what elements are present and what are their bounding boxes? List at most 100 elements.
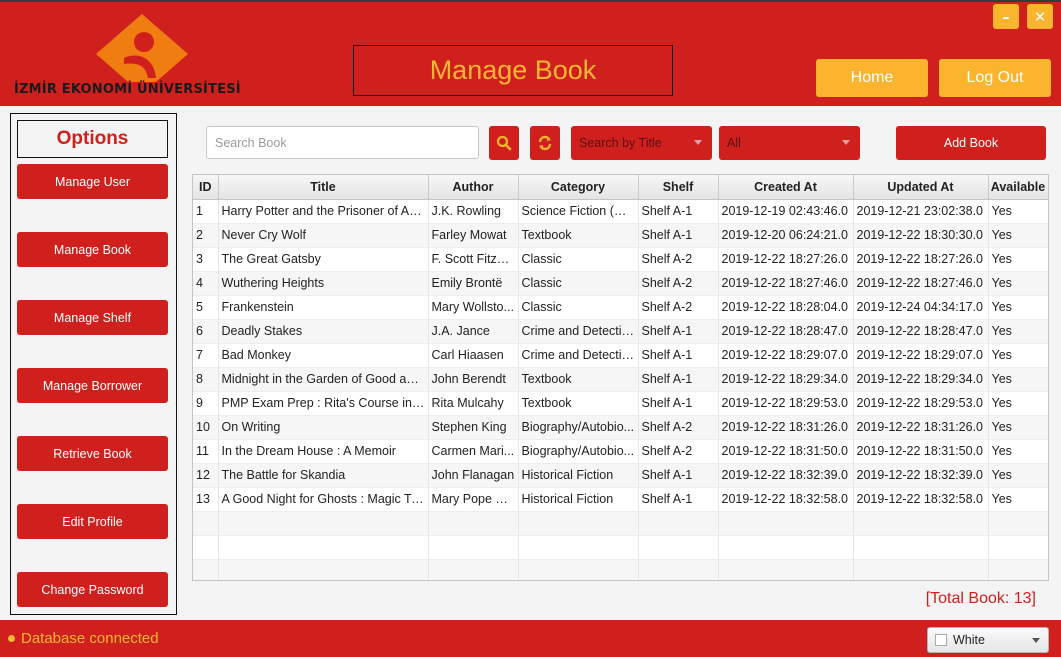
cell-updated-at: 2019-12-22 18:32:39.0 (853, 463, 989, 488)
table-row[interactable]: 12 The Battle for Skandia John Flanagan His… (193, 463, 1048, 488)
cell-available: Yes (988, 271, 1048, 296)
cell-created-at: 2019-12-22 18:28:47.0 (718, 319, 854, 344)
cell-available: Yes (988, 343, 1048, 368)
search-book-input[interactable] (206, 126, 479, 159)
cell-author: Stephen King (428, 415, 519, 440)
cell-updated-at: 2019-12-21 23:02:38.0 (853, 199, 989, 224)
cell-updated-at: 2019-12-22 18:27:46.0 (853, 271, 989, 296)
cell-updated-at: 2019-12-22 18:32:58.0 (853, 487, 989, 512)
search-icon (496, 135, 512, 151)
table-row[interactable]: 6 Deadly Stakes J.A. Jance Crime and Detect… (193, 319, 1048, 344)
cell-shelf: Shelf A-1 (638, 391, 719, 416)
table-row[interactable]: 11 In the Dream House : A Memoir Carmen Ma… (193, 439, 1048, 464)
close-button[interactable]: ✕ (1027, 4, 1053, 29)
table-row[interactable]: 9 PMP Exam Prep : Rita's Course in a B...… (193, 391, 1048, 416)
theme-select-value: White (953, 633, 985, 647)
cell-id: 11 (193, 439, 219, 464)
cell-updated-at: 2019-12-22 18:31:50.0 (853, 439, 989, 464)
column-header-title[interactable]: Title (218, 175, 429, 200)
column-header-shelf[interactable]: Shelf (638, 175, 719, 200)
table-row[interactable] (193, 511, 1048, 536)
category-filter-select[interactable]: All (719, 126, 860, 160)
cell-created-at (718, 559, 854, 580)
cell-available: Yes (988, 199, 1048, 224)
cell-category: Textbook (518, 367, 639, 392)
sidebar-item-manage-user[interactable]: Manage User (17, 164, 168, 199)
cell-available: Yes (988, 439, 1048, 464)
table-row[interactable] (193, 535, 1048, 560)
cell-category (518, 535, 639, 560)
sidebar-item-manage-shelf[interactable]: Manage Shelf (17, 300, 168, 335)
cell-available (988, 559, 1048, 580)
home-button[interactable]: Home (816, 59, 928, 97)
minimize-button[interactable]: – (993, 4, 1019, 29)
column-header-id[interactable]: ID (193, 175, 219, 200)
cell-created-at: 2019-12-22 18:31:50.0 (718, 439, 854, 464)
table-row[interactable] (193, 559, 1048, 580)
cell-id: 9 (193, 391, 219, 416)
sidebar-item-manage-book[interactable]: Manage Book (17, 232, 168, 267)
column-header-created-at[interactable]: Created At (718, 175, 854, 200)
cell-title: The Battle for Skandia (218, 463, 429, 488)
cell-category: Classic (518, 271, 639, 296)
logout-button[interactable]: Log Out (939, 59, 1051, 97)
column-header-category[interactable]: Category (518, 175, 639, 200)
cell-shelf (638, 559, 719, 580)
cell-author: J.A. Jance (428, 319, 519, 344)
cell-author: Rita Mulcahy (428, 391, 519, 416)
cell-title: A Good Night for Ghosts : Magic Tre... (218, 487, 429, 512)
cell-id: 13 (193, 487, 219, 512)
cell-author: Mary Pope O... (428, 487, 519, 512)
cell-author: F. Scott Fitzge... (428, 247, 519, 272)
cell-created-at: 2019-12-22 18:27:46.0 (718, 271, 854, 296)
cell-updated-at: 2019-12-22 18:28:47.0 (853, 319, 989, 344)
table-row[interactable]: 13 A Good Night for Ghosts : Magic Tre...… (193, 487, 1048, 512)
column-header-author[interactable]: Author (428, 175, 519, 200)
cell-title: Harry Potter and the Prisoner of Azk... (218, 199, 429, 224)
table-row[interactable]: 3 The Great Gatsby F. Scott Fitzge... Class… (193, 247, 1048, 272)
column-header-available[interactable]: Available (988, 175, 1048, 200)
add-book-button[interactable]: Add Book (896, 126, 1046, 160)
table-row[interactable]: 10 On Writing Stephen King Biography/Autobi… (193, 415, 1048, 440)
app-header: İZMİR EKONOMİ ÜNİVERSİTESİ Manage Book –… (0, 2, 1061, 106)
cell-id (193, 559, 219, 580)
cell-id: 2 (193, 223, 219, 248)
cell-category: Classic (518, 247, 639, 272)
cell-available: Yes (988, 463, 1048, 488)
sidebar-item-retrieve-book[interactable]: Retrieve Book (17, 436, 168, 471)
cell-category: Science Fiction (Sci... (518, 199, 639, 224)
cell-author: Emily Brontë (428, 271, 519, 296)
table-header-row: ID Title Author Category Shelf Created A… (193, 175, 1048, 200)
page-title: Manage Book (429, 55, 597, 85)
options-title-box: Options (17, 120, 168, 158)
cell-updated-at: 2019-12-24 04:34:17.0 (853, 295, 989, 320)
cell-available: Yes (988, 367, 1048, 392)
cell-available: Yes (988, 319, 1048, 344)
cell-created-at: 2019-12-22 18:32:39.0 (718, 463, 854, 488)
search-by-select[interactable]: Search by Title (571, 126, 712, 160)
table-row[interactable]: 5 Frankenstein Mary Wollsto... Classic Shelf… (193, 295, 1048, 320)
cell-author (428, 559, 519, 580)
chevron-down-icon (842, 140, 850, 145)
table-row[interactable]: 7 Bad Monkey Carl Hiaasen Crime and Detecti… (193, 343, 1048, 368)
sidebar-item-manage-borrower[interactable]: Manage Borrower (17, 368, 168, 403)
column-header-updated-at[interactable]: Updated At (853, 175, 989, 200)
minimize-icon: – (1002, 7, 1010, 26)
sidebar-item-change-password[interactable]: Change Password (17, 572, 168, 607)
refresh-button[interactable] (530, 126, 560, 160)
table-row[interactable]: 8 Midnight in the Garden of Good and... Jo… (193, 367, 1048, 392)
search-button[interactable] (489, 126, 519, 160)
cell-shelf: Shelf A-1 (638, 319, 719, 344)
cell-shelf: Shelf A-2 (638, 415, 719, 440)
table-row[interactable]: 2 Never Cry Wolf Farley Mowat Textbook Shelf… (193, 223, 1048, 248)
close-icon: ✕ (1033, 7, 1047, 26)
cell-available: Yes (988, 415, 1048, 440)
cell-id (193, 535, 219, 560)
cell-created-at: 2019-12-22 18:31:26.0 (718, 415, 854, 440)
table-row[interactable]: 1 Harry Potter and the Prisoner of Azk...… (193, 199, 1048, 224)
cell-category (518, 511, 639, 536)
table-row[interactable]: 4 Wuthering Heights Emily Brontë Classic She… (193, 271, 1048, 296)
theme-select[interactable]: White (927, 627, 1049, 653)
sidebar-item-edit-profile[interactable]: Edit Profile (17, 504, 168, 539)
cell-updated-at (853, 559, 989, 580)
